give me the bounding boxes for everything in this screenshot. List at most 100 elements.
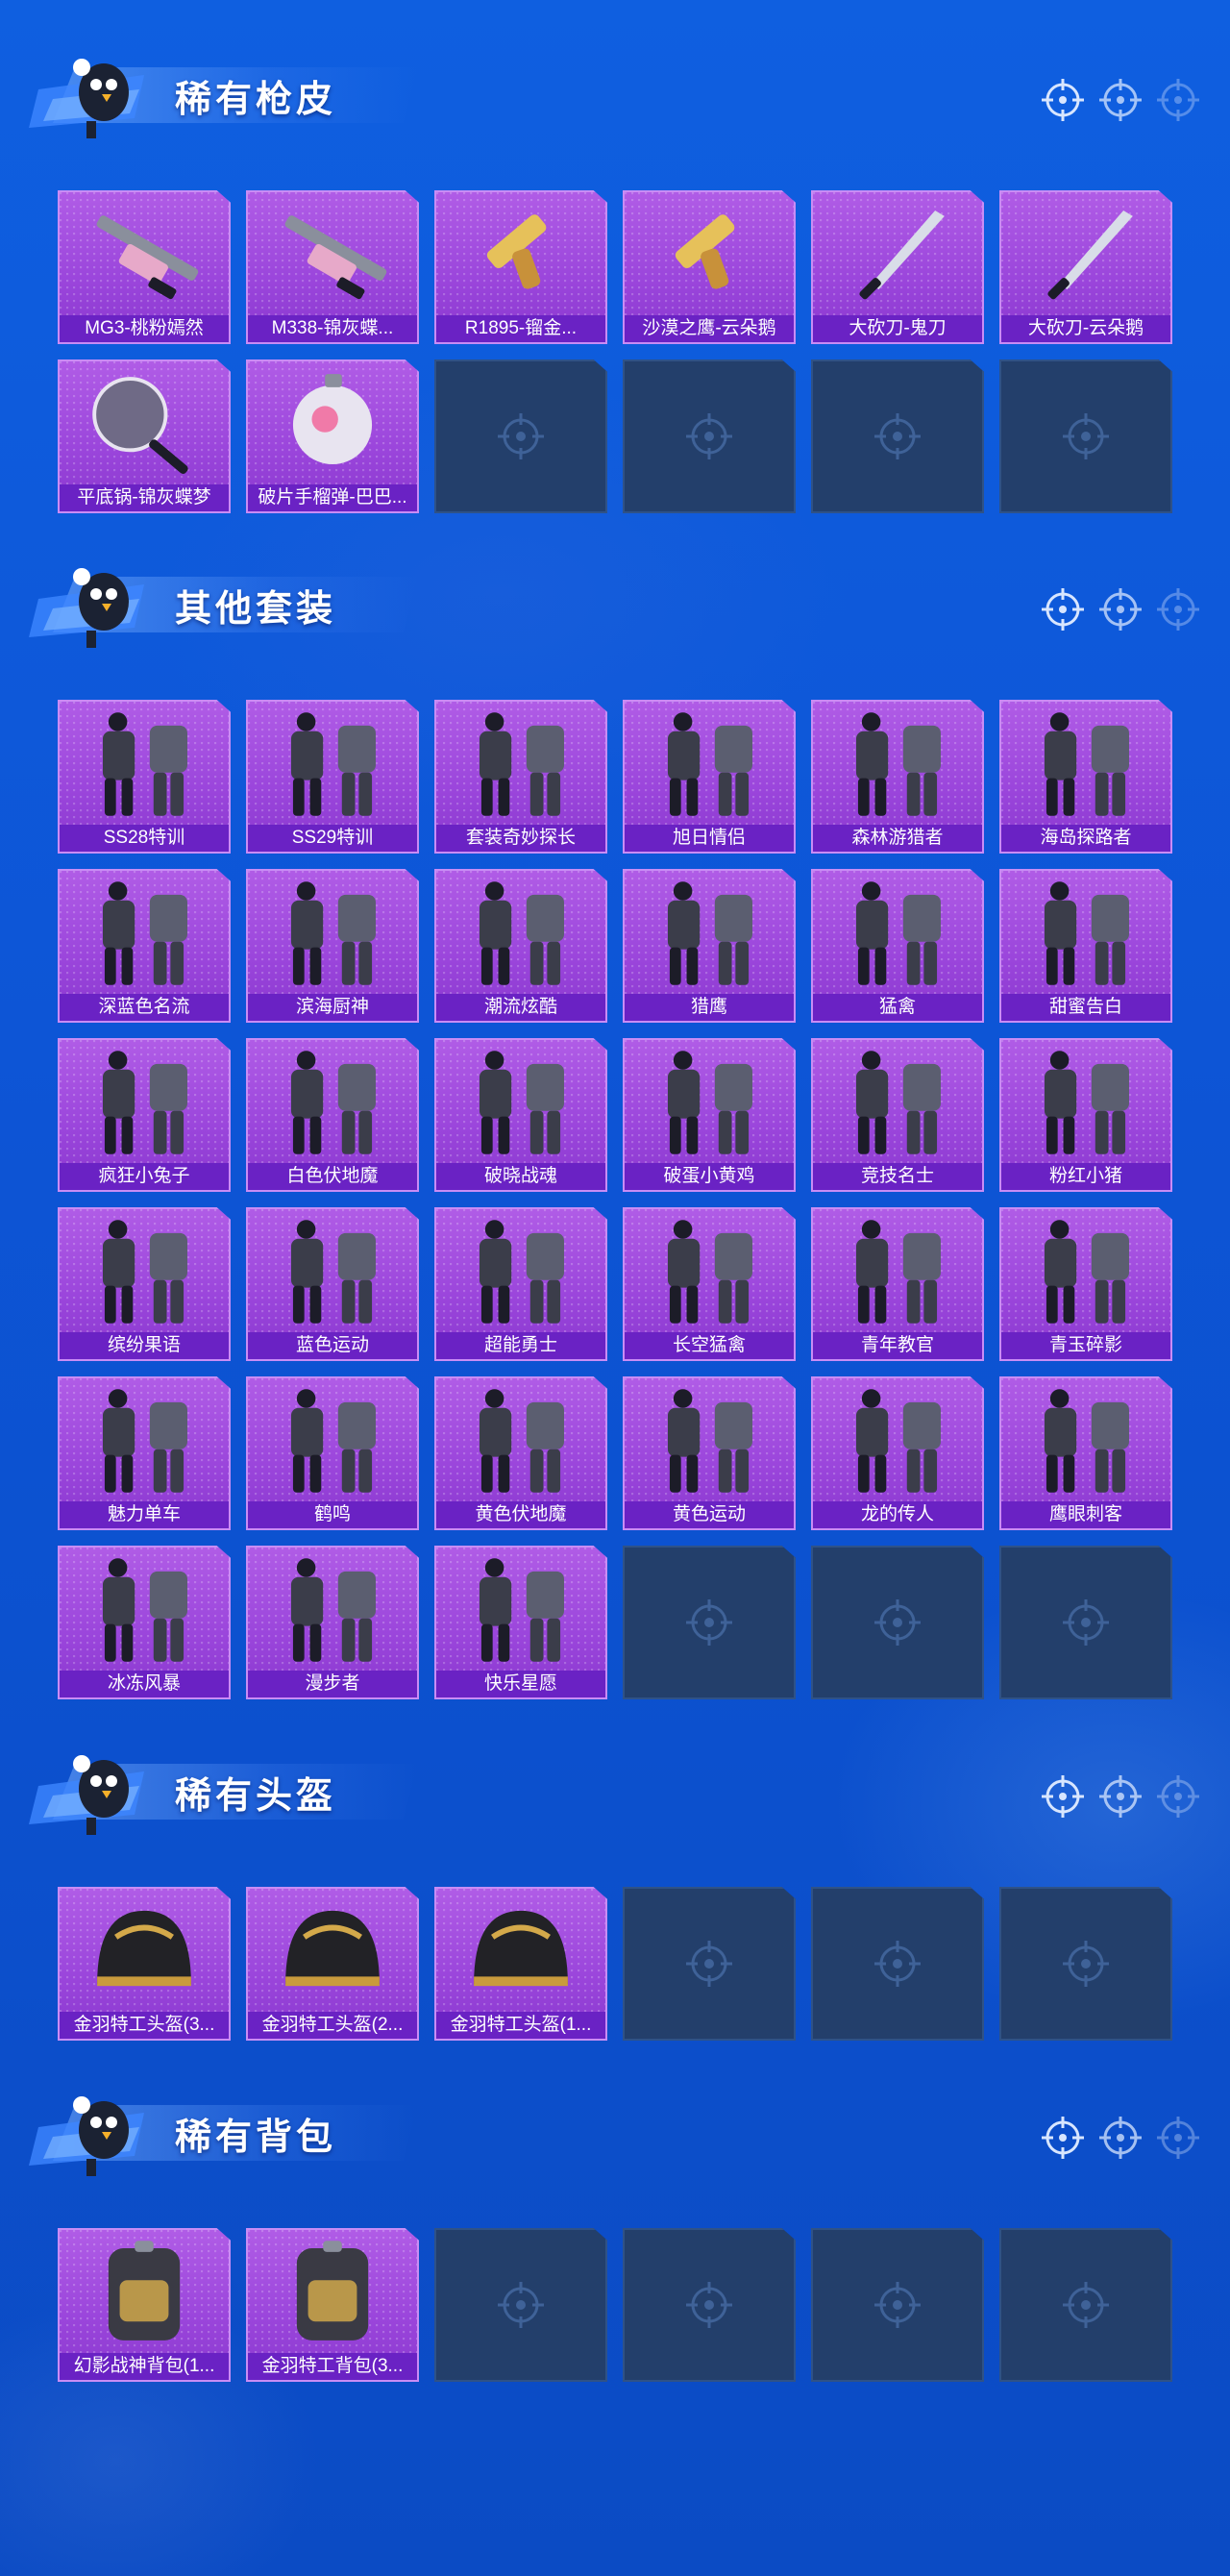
empty-slot-crosshair-icon [1063,2282,1109,2328]
item-label: 龙的传人 [813,1501,982,1528]
crosshair-icon [1099,1775,1142,1818]
item-card[interactable]: 旭日情侣 [623,700,796,854]
item-card[interactable]: 猎鹰 [623,869,796,1023]
item-card[interactable]: 金羽特工头盔(1... [434,1887,607,2041]
crosshair-icon [1157,588,1199,631]
item-card[interactable]: 猛禽 [811,869,984,1023]
outfit-icon [290,712,376,816]
item-card[interactable]: SS28特训 [58,700,231,854]
item-card[interactable]: 白色伏地魔 [246,1038,419,1192]
item-label: 大砍刀-鬼刀 [813,315,982,342]
item-label: 青玉碎影 [1001,1332,1170,1359]
item-card[interactable]: 幻影战神背包(1... [58,2228,231,2382]
crosshair-icon [1099,2117,1142,2159]
item-label: 深蓝色名流 [60,994,229,1021]
item-grid: 金羽特工头盔(3... 金羽特工头盔(2... 金羽特工头盔(1... [58,1887,1172,2041]
item-label: 魅力单车 [60,1501,229,1528]
item-label: 快乐星愿 [436,1671,605,1697]
outfit-icon [855,1220,941,1324]
item-card[interactable]: 竞技名士 [811,1038,984,1192]
item-card[interactable]: 大砍刀-云朵鹅 [999,190,1172,344]
outfit-icon [479,1558,564,1662]
item-card[interactable]: 粉红小猪 [999,1038,1172,1192]
section-title: 其他套装 [175,587,337,630]
item-card[interactable]: 缤纷果语 [58,1207,231,1361]
section: 其他套装 SS28特训 SS29特训 套装奇妙探长 旭日情侣 森林游猎者 海岛探路者深蓝色名… [0,548,1230,1699]
item-card[interactable]: 破蛋小黄鸡 [623,1038,796,1192]
item-card[interactable]: 金羽特工头盔(2... [246,1887,419,2041]
item-card[interactable]: 蓝色运动 [246,1207,419,1361]
item-card[interactable]: 龙的传人 [811,1376,984,1530]
item-card[interactable]: 平底锅-锦灰蝶梦 [58,359,231,513]
empty-slot-crosshair-icon [874,2282,921,2328]
pan-icon [92,377,188,474]
item-card[interactable]: SS29特训 [246,700,419,854]
item-label: 粉红小猪 [1001,1163,1170,1190]
outfit-icon [855,1051,941,1154]
item-card[interactable]: 超能勇士 [434,1207,607,1361]
item-card[interactable]: MG3-桃粉嫣然 [58,190,231,344]
item-label: 超能勇士 [436,1332,605,1359]
item-card[interactable]: M338-锦灰蝶... [246,190,419,344]
blade-icon [1047,211,1133,300]
item-label: 黄色伏地魔 [436,1501,605,1528]
item-label: 鹤鸣 [248,1501,417,1528]
item-card[interactable]: 大砍刀-鬼刀 [811,190,984,344]
outfit-icon [1044,1389,1129,1493]
item-card[interactable]: 金羽特工头盔(3... [58,1887,231,2041]
outfit-icon [855,881,941,985]
outfit-icon [290,1051,376,1154]
empty-slot-crosshair-icon [686,2282,732,2328]
crosshair-icon [1042,1775,1084,1818]
outfit-icon [102,1389,187,1493]
item-card[interactable]: 破晓战魂 [434,1038,607,1192]
item-card[interactable]: 漫步者 [246,1546,419,1699]
crosshair-decoration [1040,586,1201,632]
crosshair-decoration [1040,2115,1201,2161]
mascot-chicken-icon [29,2096,144,2176]
item-label: 蓝色运动 [248,1332,417,1359]
item-card[interactable]: 深蓝色名流 [58,869,231,1023]
empty-slot-crosshair-icon [498,413,544,459]
item-label: M338-锦灰蝶... [248,315,417,342]
item-card[interactable]: 鹤鸣 [246,1376,419,1530]
helmet-icon [474,1910,568,1987]
outfit-icon [667,1389,752,1493]
section-header: 稀有背包 [0,2076,1230,2182]
empty-slot [811,1546,984,1699]
item-card[interactable]: 破片手榴弹-巴巴... [246,359,419,513]
item-card[interactable]: 滨海厨神 [246,869,419,1023]
item-card[interactable]: 森林游猎者 [811,700,984,854]
empty-slot-crosshair-icon [1063,413,1109,459]
item-card[interactable]: 金羽特工背包(3... [246,2228,419,2382]
item-card[interactable]: R1895-镏金... [434,190,607,344]
item-card[interactable]: 魅力单车 [58,1376,231,1530]
outfit-icon [479,881,564,985]
item-card[interactable]: 青年教官 [811,1207,984,1361]
item-card[interactable]: 套装奇妙探长 [434,700,607,854]
empty-slot-crosshair-icon [1063,1599,1109,1646]
item-card[interactable]: 青玉碎影 [999,1207,1172,1361]
outfit-icon [667,712,752,816]
item-card[interactable]: 海岛探路者 [999,700,1172,854]
empty-slot [811,359,984,513]
item-card[interactable]: 冰冻风暴 [58,1546,231,1699]
item-label: 破蛋小黄鸡 [625,1163,794,1190]
grenade-icon [292,374,373,465]
item-card[interactable]: 长空猛禽 [623,1207,796,1361]
item-card[interactable]: 鹰眼刺客 [999,1376,1172,1530]
item-card[interactable]: 沙漠之鹰-云朵鹅 [623,190,796,344]
section-title: 稀有背包 [175,2116,337,2158]
item-card[interactable]: 疯狂小兔子 [58,1038,231,1192]
empty-slot-crosshair-icon [874,1941,921,1987]
item-card[interactable]: 黄色伏地魔 [434,1376,607,1530]
item-card[interactable]: 甜蜜告白 [999,869,1172,1023]
item-card[interactable]: 黄色运动 [623,1376,796,1530]
outfit-icon [479,1051,564,1154]
item-label: SS28特训 [60,825,229,852]
item-card[interactable]: 潮流炫酷 [434,869,607,1023]
item-label: 缤纷果语 [60,1332,229,1359]
item-card[interactable]: 快乐星愿 [434,1546,607,1699]
item-label: 滨海厨神 [248,994,417,1021]
outfit-icon [290,1220,376,1324]
